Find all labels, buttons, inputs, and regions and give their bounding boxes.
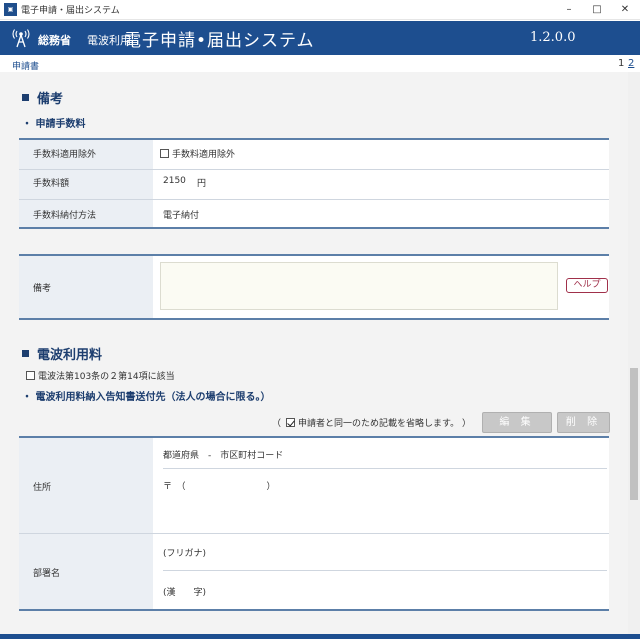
version-label: 1.2.0.0: [530, 30, 576, 45]
notice-subtitle: ・ 電波利用料納入告知書送付先（法人の場合に限る。）: [22, 392, 271, 403]
page-link-2[interactable]: 2: [628, 58, 634, 69]
fee-amount-unit: 円: [197, 179, 207, 189]
fee-subtitle: ・ 申請手数料: [22, 119, 86, 130]
maximize-button[interactable]: □: [584, 2, 610, 18]
app-header: 総務省 電波利用 電子申請•届出システム 1.2.0.0: [0, 21, 640, 55]
remarks-section-title: 備考: [22, 88, 63, 107]
delete-button[interactable]: 削 除: [557, 412, 610, 433]
system-title: 電子申請•届出システム: [124, 31, 315, 51]
window-title: 電子申請・届出システム: [21, 6, 120, 16]
document-bar: 申請書 1 2: [0, 55, 640, 72]
address-label: 住所: [33, 483, 52, 493]
page-link-1[interactable]: 1: [618, 58, 624, 69]
fee-method-value: 電子納付: [163, 211, 200, 221]
fee-amount-label: 手数料額: [33, 179, 70, 189]
edit-button[interactable]: 編 集: [482, 412, 552, 433]
fee-method-label: 手数料納付方法: [33, 211, 97, 221]
postal-code-text: 〒 （ ）: [163, 482, 276, 492]
department-kanji: (漢 字): [163, 588, 207, 598]
form-content: 備考 ・ 申請手数料 手数料適用除外 手数料適用除外 手数料額 2150 円 手…: [0, 72, 628, 634]
vertical-scrollbar[interactable]: [628, 72, 640, 634]
scrollbar-thumb[interactable]: [630, 368, 638, 500]
remarks-label: 備考: [33, 284, 52, 294]
document-label: 申請書: [12, 62, 40, 72]
fee-exempt-checkbox[interactable]: 手数料適用除外: [160, 147, 235, 160]
fee-exempt-label: 手数料適用除外: [33, 150, 97, 160]
app-icon: ▣: [4, 3, 17, 16]
close-button[interactable]: ✕: [612, 2, 638, 18]
omit-checkbox[interactable]: 申請者と同一のため記載を省略します。: [286, 416, 459, 429]
remarks-textarea[interactable]: [160, 262, 558, 310]
window-titlebar: ▣ 電子申請・届出システム – □ ✕: [0, 0, 640, 20]
ministry-label: 総務省: [38, 34, 71, 47]
prefecture-code-text: 都道府県 - 市区町村コード: [163, 451, 284, 461]
omit-close-paren: ）: [462, 419, 472, 429]
help-button[interactable]: ヘルプ: [566, 278, 608, 293]
radio-fee-section-title: 電波利用料: [22, 344, 102, 363]
omit-open-paren: （: [272, 419, 282, 429]
antenna-icon: [12, 29, 30, 48]
fee-amount-value: 2150: [163, 176, 186, 186]
minimize-button[interactable]: –: [556, 2, 582, 18]
bottom-bar: [0, 634, 640, 639]
department-label: 部署名: [33, 569, 61, 579]
article-checkbox[interactable]: 電波法第103条の２第14項に該当: [26, 369, 175, 382]
department-furigana: (フリガナ): [163, 549, 207, 559]
